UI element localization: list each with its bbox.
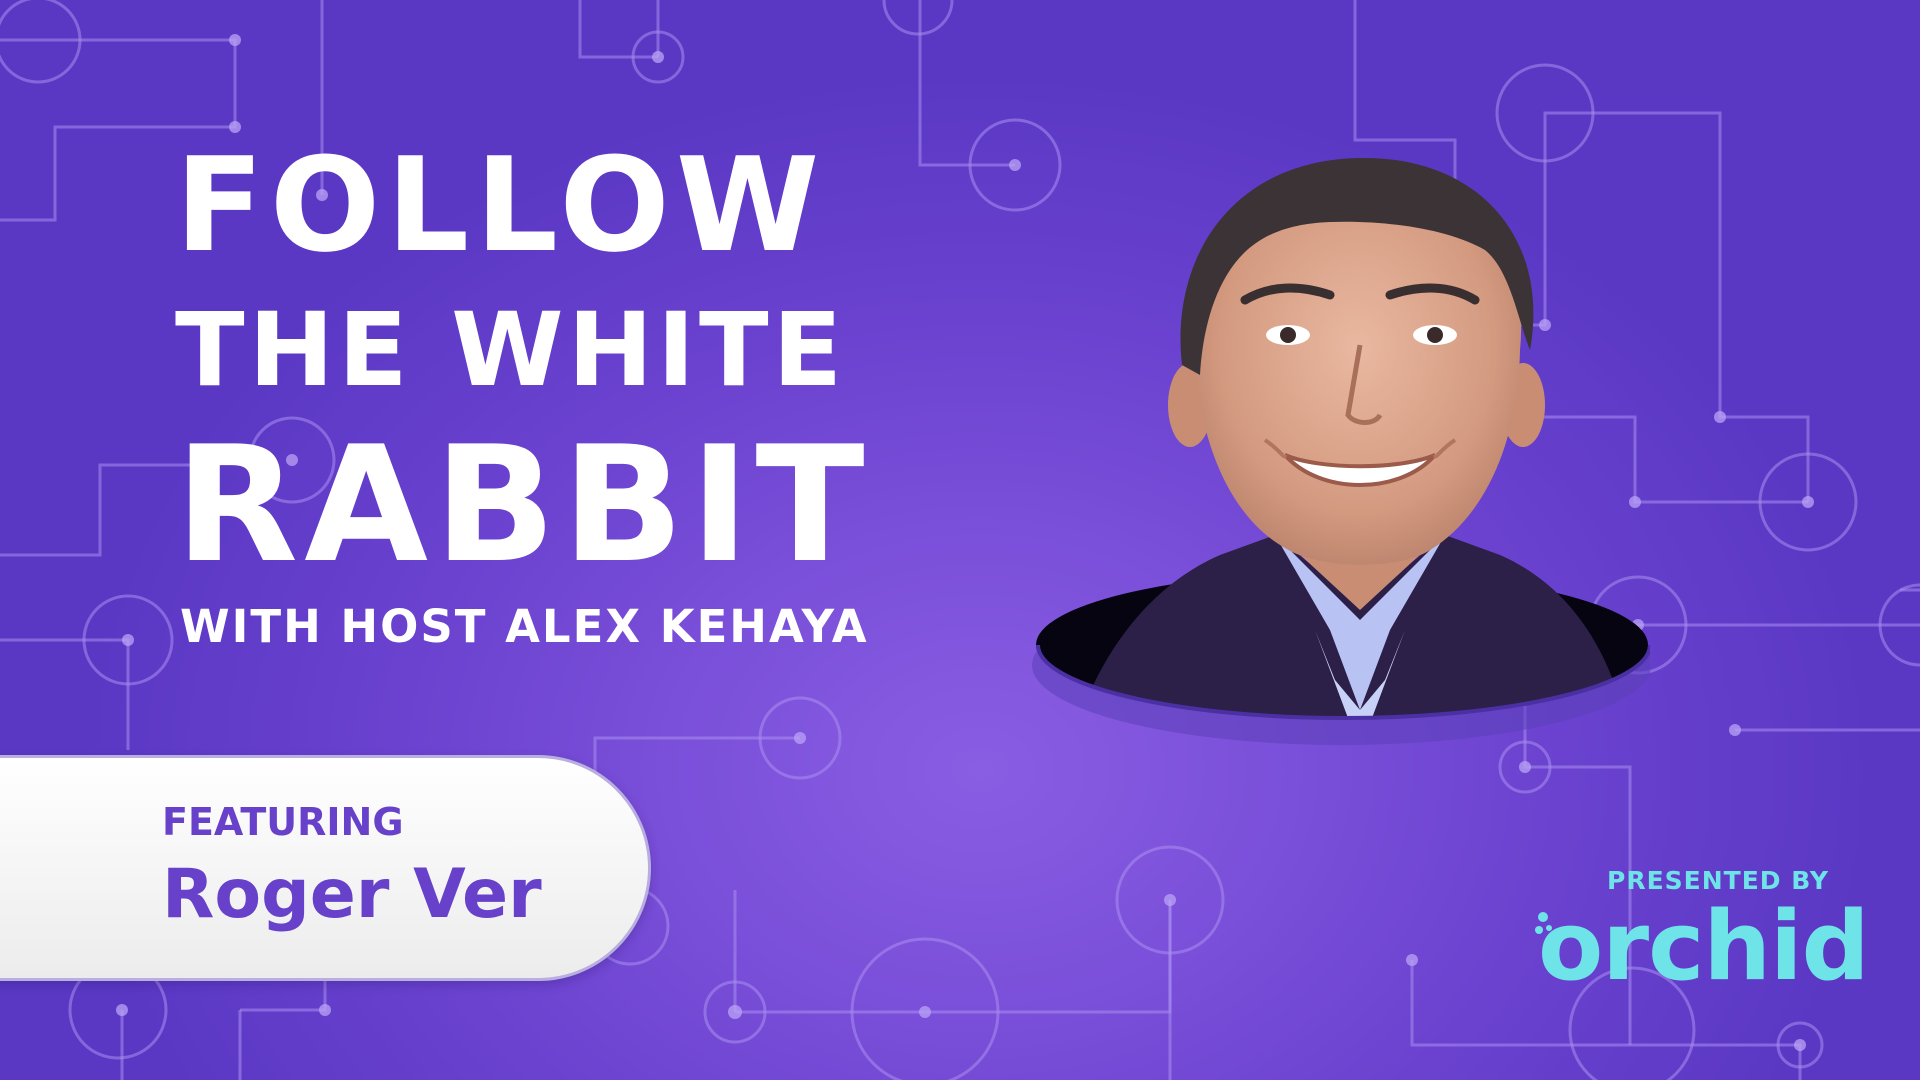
promo-banner: FOLLOW THE WHITE RABBIT WITH HOST ALEX K… xyxy=(0,0,1920,1080)
guest-name: Roger Ver xyxy=(162,855,542,934)
host-line: WITH HOST ALEX KEHAYA xyxy=(180,600,869,653)
brand-wordmark: orchid xyxy=(1538,892,1870,1002)
guest-portrait xyxy=(1032,157,1650,745)
featuring-label: FEATURING xyxy=(162,800,404,844)
title-line-2: THE WHITE xyxy=(175,291,847,410)
title-line-1: FOLLOW xyxy=(175,129,826,281)
orchid-logo: orchid xyxy=(1535,892,1870,1002)
presented-by-label: PRESENTED BY xyxy=(1607,866,1830,895)
title-line-3: RABBIT xyxy=(175,411,871,598)
